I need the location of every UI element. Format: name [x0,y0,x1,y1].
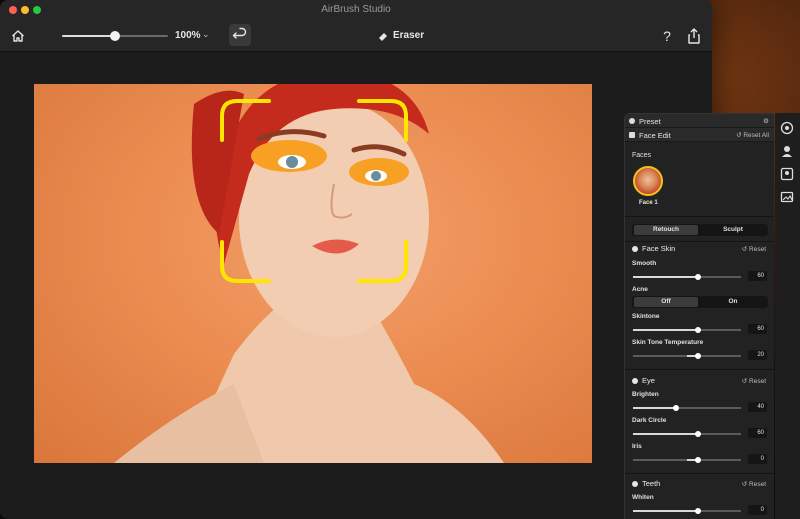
reset-all-label: Reset All [743,132,769,139]
face-skin-reset-button[interactable]: ↺ Reset [742,245,766,253]
skintone-slider-fill [633,329,698,331]
share-icon[interactable] [685,27,703,45]
faces-label: Faces [632,152,652,159]
face-thumbnail[interactable] [633,166,663,196]
eye-reset-button[interactable]: ↺ Reset [742,377,766,385]
iris-value[interactable]: 0 [748,454,767,464]
dark-circle-value[interactable]: 60 [748,428,767,438]
preset-label: Preset [639,117,661,126]
brighten-slider-knob[interactable] [673,404,680,411]
adjustment-panel: Preset ⚙ Face Edit ↺ Reset All Faces Fac… [624,113,774,519]
eraser-icon[interactable] [374,27,392,45]
smooth-slider[interactable] [633,273,741,280]
whiten-slider-knob[interactable] [694,507,701,514]
face-name: Face 1 [639,200,658,206]
divider [625,369,774,370]
acne-off-button[interactable]: Off [634,297,698,307]
acne-on-button[interactable]: On [700,297,766,307]
face-detection-frame[interactable] [219,98,409,284]
skin-tone-temperature-slider[interactable] [633,352,741,359]
tab-sculpt[interactable]: Sculpt [700,225,766,235]
reset-icon: ↺ [741,481,750,488]
eye-icon [632,378,638,384]
skin-tone-temperature-label: Skin Tone Temperature [632,339,704,346]
whiten-slider-fill [633,510,698,512]
undo-button[interactable] [229,24,251,46]
tab-retouch[interactable]: Retouch [634,225,698,235]
divider [625,241,774,242]
preset-header[interactable]: Preset ⚙ [625,114,774,128]
image-icon[interactable] [779,189,795,205]
zoom-value[interactable]: 100% [175,30,201,41]
teeth-reset-button[interactable]: ↺ Reset [742,480,766,488]
face-edit-header: Face Edit ↺ Reset All [625,128,774,142]
face-skin-icon [632,246,638,252]
reset-all-button[interactable]: ↺ Reset All [736,131,769,139]
smooth-slider-fill [633,276,698,278]
face-retouch-icon[interactable] [779,120,795,136]
dark-circle-label: Dark Circle [632,417,667,424]
whiten-value[interactable]: 0 [748,505,767,515]
dark-circle-slider-fill [633,433,698,435]
dark-circle-slider[interactable] [633,430,741,437]
acne-toggle: Off On [632,296,768,308]
eye-title: Eye [642,376,655,385]
chevron-down-icon[interactable]: ⌄ [202,29,210,40]
reset-icon: ↺ [741,378,750,385]
brighten-label: Brighten [632,391,659,398]
iris-label: Iris [632,443,642,450]
skintone-value[interactable]: 60 [748,324,767,334]
whiten-label: Whiten [632,494,654,501]
preset-icon [629,118,635,124]
teeth-icon [632,481,638,487]
divider [625,216,774,217]
whiten-slider[interactable] [633,507,741,514]
gear-icon[interactable]: ⚙ [763,117,769,125]
toolbar: 100% ⌄ Eraser ? [0,20,712,52]
smooth-slider-knob[interactable] [694,273,701,280]
dark-circle-slider-knob[interactable] [694,430,701,437]
skintone-slider-knob[interactable] [694,326,701,333]
iris-slider[interactable] [633,456,741,463]
zoom-slider-knob[interactable] [110,31,120,41]
face-edit-label: Face Edit [639,131,671,140]
title-bar: AirBrush Studio [0,0,712,20]
reset-icon: ↺ [741,246,750,253]
teeth-title: Teeth [642,479,661,488]
face-scan-icon[interactable] [779,166,795,182]
smooth-label: Smooth [632,260,657,267]
help-icon[interactable]: ? [658,27,676,45]
brighten-slider[interactable] [633,404,741,411]
brighten-slider-fill [633,407,677,409]
home-icon[interactable] [9,27,27,45]
zoom-slider[interactable] [62,31,168,41]
app-window: AirBrush Studio 100% ⌄ Eraser ? [0,0,712,519]
divider [625,473,774,474]
face-skin-title: Face Skin [642,244,676,253]
skin-tone-temperature-value[interactable]: 20 [748,350,767,360]
skintone-slider[interactable] [633,326,741,333]
window-title: AirBrush Studio [321,4,391,15]
zoom-slider-fill [62,35,115,37]
acne-label: Acne [632,286,648,293]
reset-label: Reset [749,246,766,253]
brighten-value[interactable]: 40 [748,402,767,412]
mode-tabs: Retouch Sculpt [632,224,768,236]
tool-label[interactable]: Eraser [393,30,424,41]
portrait-icon[interactable] [779,143,795,159]
smooth-value[interactable]: 60 [748,271,767,281]
undo-icon [232,27,247,39]
iris-slider-knob[interactable] [694,456,701,463]
skintone-label: Skintone [632,313,660,320]
skin-tone-temperature-slider-knob[interactable] [694,352,701,359]
sliders-icon [629,132,635,138]
reset-label: Reset [749,481,766,488]
reset-label: Reset [749,378,766,385]
